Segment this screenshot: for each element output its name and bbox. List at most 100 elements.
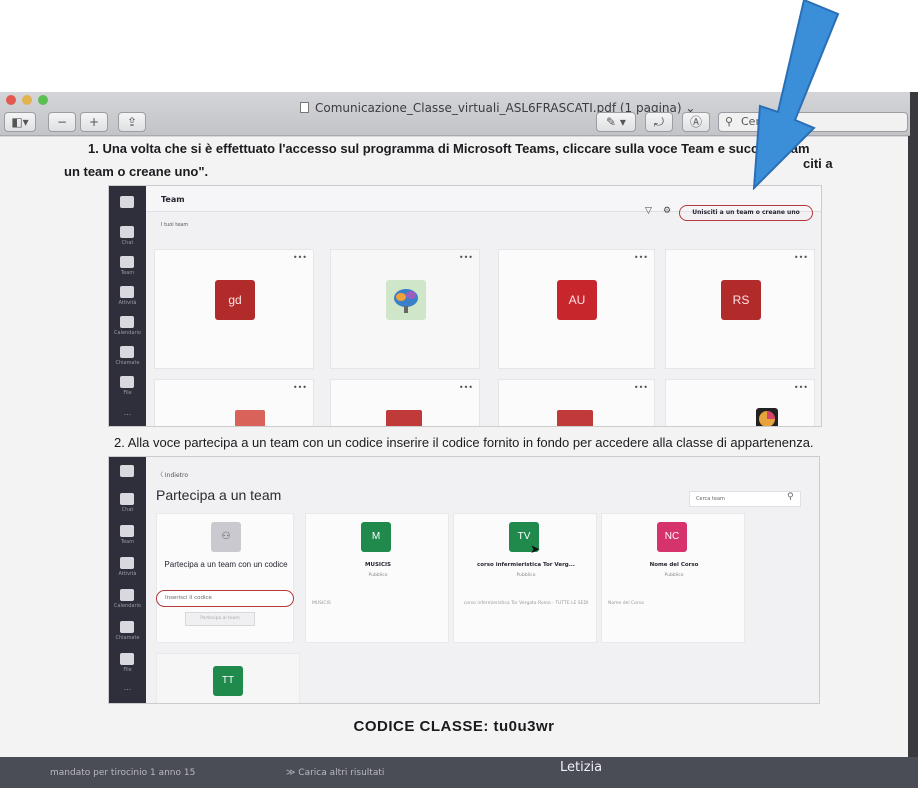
pie-chart-icon bbox=[759, 411, 775, 426]
class-code: CODICE CLASSE: tu0u3wr bbox=[353, 718, 555, 735]
search-teams-input[interactable]: Cerca team bbox=[689, 491, 801, 507]
join-team-button[interactable]: Partecipa al team bbox=[185, 612, 255, 626]
rail-label: Attività bbox=[118, 300, 137, 306]
teams-screenshot-teams-list: Chat Team Attività Calendario Chiamate F… bbox=[108, 185, 822, 427]
more-options-icon: ••• bbox=[793, 383, 808, 392]
activity-icon bbox=[120, 465, 134, 477]
background-list-item: mandato per tirocinio 1 anno 15 bbox=[50, 768, 196, 778]
team-visibility: Pubblico bbox=[664, 573, 684, 578]
files-icon bbox=[120, 376, 134, 388]
calls-icon bbox=[120, 346, 134, 358]
zoom-out-button[interactable]: − bbox=[48, 112, 76, 132]
team-code-input[interactable]: Inserisci il codice bbox=[156, 590, 294, 607]
rail-label: Calendario bbox=[114, 330, 141, 336]
more-options-icon: ••• bbox=[793, 253, 808, 262]
rail-label: Chat bbox=[121, 240, 134, 246]
pdf-document-icon bbox=[300, 102, 309, 113]
team-card[interactable]: ••• bbox=[330, 249, 480, 369]
teams-icon bbox=[120, 525, 134, 537]
team-card[interactable]: ••• bbox=[665, 379, 815, 426]
team-name: Nome del Corso bbox=[649, 562, 699, 568]
chat-icon bbox=[120, 493, 134, 505]
team-visibility: Pubblico bbox=[368, 573, 388, 578]
more-apps-icon: ... bbox=[123, 408, 132, 417]
teams-app-rail: Chat Team Attività Calendario Chiamate F… bbox=[109, 186, 146, 426]
team-description: corso infermieristica Tor Vergata Roma -… bbox=[463, 601, 589, 606]
team-tile: AU bbox=[557, 280, 597, 320]
rotate-button[interactable]: ⤾ bbox=[645, 112, 673, 132]
team-name: MUSICIS bbox=[365, 562, 391, 568]
team-card[interactable]: ••• gd bbox=[154, 249, 314, 369]
chat-icon bbox=[120, 226, 134, 238]
activity-icon bbox=[120, 196, 134, 208]
assignments-icon bbox=[120, 286, 134, 298]
calendar-icon bbox=[120, 589, 134, 601]
team-tile: TT bbox=[213, 666, 243, 696]
filter-icon: ▽ bbox=[645, 206, 652, 216]
monitor-bezel bbox=[908, 92, 918, 788]
teams-app-rail: Chat Team Attività Calendario Chiamate F… bbox=[109, 457, 146, 703]
team-card[interactable]: ••• bbox=[330, 379, 480, 426]
team-card[interactable]: ••• bbox=[498, 379, 655, 426]
teams-header-title: Team bbox=[161, 195, 185, 204]
rail-label: Chiamate bbox=[115, 360, 140, 366]
close-window-button[interactable] bbox=[6, 95, 16, 105]
zoom-in-button[interactable]: + bbox=[80, 112, 108, 132]
more-options-icon: ••• bbox=[633, 383, 648, 392]
background-name-label: Letizia bbox=[560, 760, 603, 775]
public-team-card[interactable]: NC Nome del Corso Pubblico Nome del Cors… bbox=[601, 513, 745, 643]
zoom-window-button[interactable] bbox=[38, 95, 48, 105]
rail-label: File bbox=[123, 390, 132, 396]
search-icon: ⚲ bbox=[787, 492, 794, 502]
markup-toolbar-button[interactable]: Ⓐ bbox=[682, 112, 710, 132]
load-more-results-link[interactable]: ≫ Carica altri risultati bbox=[286, 768, 384, 778]
step2-instruction: 2. Alla voce partecipa a un team con un … bbox=[114, 435, 814, 450]
more-options-icon: ••• bbox=[292, 253, 307, 262]
calendar-icon bbox=[120, 316, 134, 328]
team-card[interactable]: ••• AU bbox=[498, 249, 655, 369]
teams-icon bbox=[120, 256, 134, 268]
brain-image-icon bbox=[386, 280, 426, 320]
teams-people-icon: ⚇ bbox=[211, 522, 241, 552]
sidebar-toggle-button[interactable]: ◧▾ bbox=[4, 112, 36, 132]
team-description: Nome del Corso bbox=[608, 601, 644, 606]
settings-gear-icon: ⚙ bbox=[663, 206, 672, 216]
team-tile: NC bbox=[657, 522, 687, 552]
team-tile: gd bbox=[215, 280, 255, 320]
team-image-icon bbox=[557, 410, 593, 426]
step1-line1: 1. Una volta che si è effettuato l'acces… bbox=[88, 141, 810, 156]
team-card[interactable]: ••• bbox=[154, 379, 314, 426]
public-team-card[interactable]: M MUSICIS Pubblico MUSICIS bbox=[305, 513, 449, 643]
rail-label: File bbox=[123, 667, 132, 673]
more-options-icon: ••• bbox=[458, 253, 473, 262]
markup-pen-button[interactable]: ✎ ▾ bbox=[596, 112, 636, 132]
team-image-icon bbox=[235, 410, 265, 426]
join-team-title: Partecipa a un team bbox=[156, 487, 282, 503]
team-image-icon bbox=[386, 410, 422, 426]
blue-arrow-annotation bbox=[752, 0, 840, 190]
assignments-icon bbox=[120, 557, 134, 569]
calls-icon bbox=[120, 621, 134, 633]
background-app-strip: mandato per tirocinio 1 anno 15 ≫ Carica… bbox=[0, 757, 918, 788]
more-options-icon: ••• bbox=[458, 383, 473, 392]
team-name: corso infermieristica Tor Verg... bbox=[476, 562, 575, 568]
public-team-card[interactable]: TV corso infermieristica Tor Verg... Pub… bbox=[453, 513, 597, 643]
team-tile: RS bbox=[721, 280, 761, 320]
share-button[interactable]: ⇪ bbox=[118, 112, 146, 132]
team-tile: M bbox=[361, 522, 391, 552]
rail-label: Chat bbox=[121, 507, 134, 513]
team-card[interactable]: ••• RS bbox=[665, 249, 815, 369]
brain-icon bbox=[394, 289, 418, 313]
more-options-icon: ••• bbox=[292, 383, 307, 392]
join-with-code-title: Partecipa a un team con un codice bbox=[164, 560, 288, 569]
files-icon bbox=[120, 653, 134, 665]
join-or-create-team-button[interactable]: Unisciti a un team o creane uno bbox=[679, 205, 813, 221]
more-apps-icon: ... bbox=[123, 683, 132, 692]
back-link[interactable]: 〈 Indietro bbox=[157, 470, 188, 479]
public-team-card[interactable]: TT bbox=[156, 653, 300, 703]
your-teams-label: I tuoi team bbox=[161, 222, 189, 228]
minimize-window-button[interactable] bbox=[22, 95, 32, 105]
teams-screenshot-join-team: Chat Team Attività Calendario Chiamate F… bbox=[108, 456, 820, 704]
rail-label: Attività bbox=[118, 571, 137, 577]
rail-label: Team bbox=[120, 270, 135, 276]
